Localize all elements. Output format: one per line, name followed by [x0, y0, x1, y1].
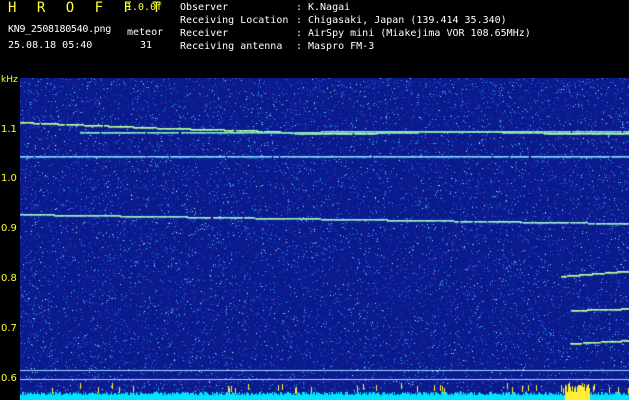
y-tick-label: 0.9: [1, 223, 17, 234]
meta-sep: :: [296, 2, 303, 13]
image-filename: KN9_2508180540.png: [8, 24, 111, 35]
meta-sep: :: [296, 41, 303, 52]
meta-key: Receiver: [180, 28, 229, 39]
y-tick-label: 1.0: [1, 173, 17, 184]
y-tick-label: 1.1: [1, 124, 17, 135]
meteor-label: meteor: [127, 27, 164, 38]
app-version: 1.0.0f: [126, 2, 163, 13]
meta-row-antenna: Receiving antenna: Maspro FM-3: [180, 41, 374, 52]
meta-key: Receiving Location: [180, 15, 289, 26]
timestamp: 25.08.18 05:40: [8, 40, 93, 51]
meta-sep: :: [296, 15, 303, 26]
meta-value: Maspro FM-3: [308, 41, 375, 52]
y-tick-label: 0.7: [1, 323, 17, 334]
meta-row-receiver: Receiver: AirSpy mini (Miakejima VOR 108.…: [180, 28, 531, 39]
meta-row-observer: Observer: K.Nagai: [180, 2, 350, 13]
meta-value: AirSpy mini (Miakejima VOR 108.65MHz): [308, 28, 531, 39]
spectrogram-canvas: [20, 78, 629, 400]
meta-key: Receiving antenna: [180, 41, 283, 52]
meta-value: K.Nagai: [308, 2, 351, 13]
y-axis-unit: kHz: [1, 75, 18, 85]
meta-sep: :: [296, 28, 303, 39]
spectrogram-panel: [20, 78, 629, 400]
y-tick-label: 0.6: [1, 373, 17, 384]
meta-value: Chigasaki, Japan (139.414 35.340): [308, 15, 507, 26]
y-tick-label: 0.8: [1, 273, 17, 284]
meteor-count: 31: [140, 40, 153, 51]
meta-key: Observer: [180, 2, 229, 13]
meta-row-location: Receiving Location: Chigasaki, Japan (139…: [180, 15, 507, 26]
